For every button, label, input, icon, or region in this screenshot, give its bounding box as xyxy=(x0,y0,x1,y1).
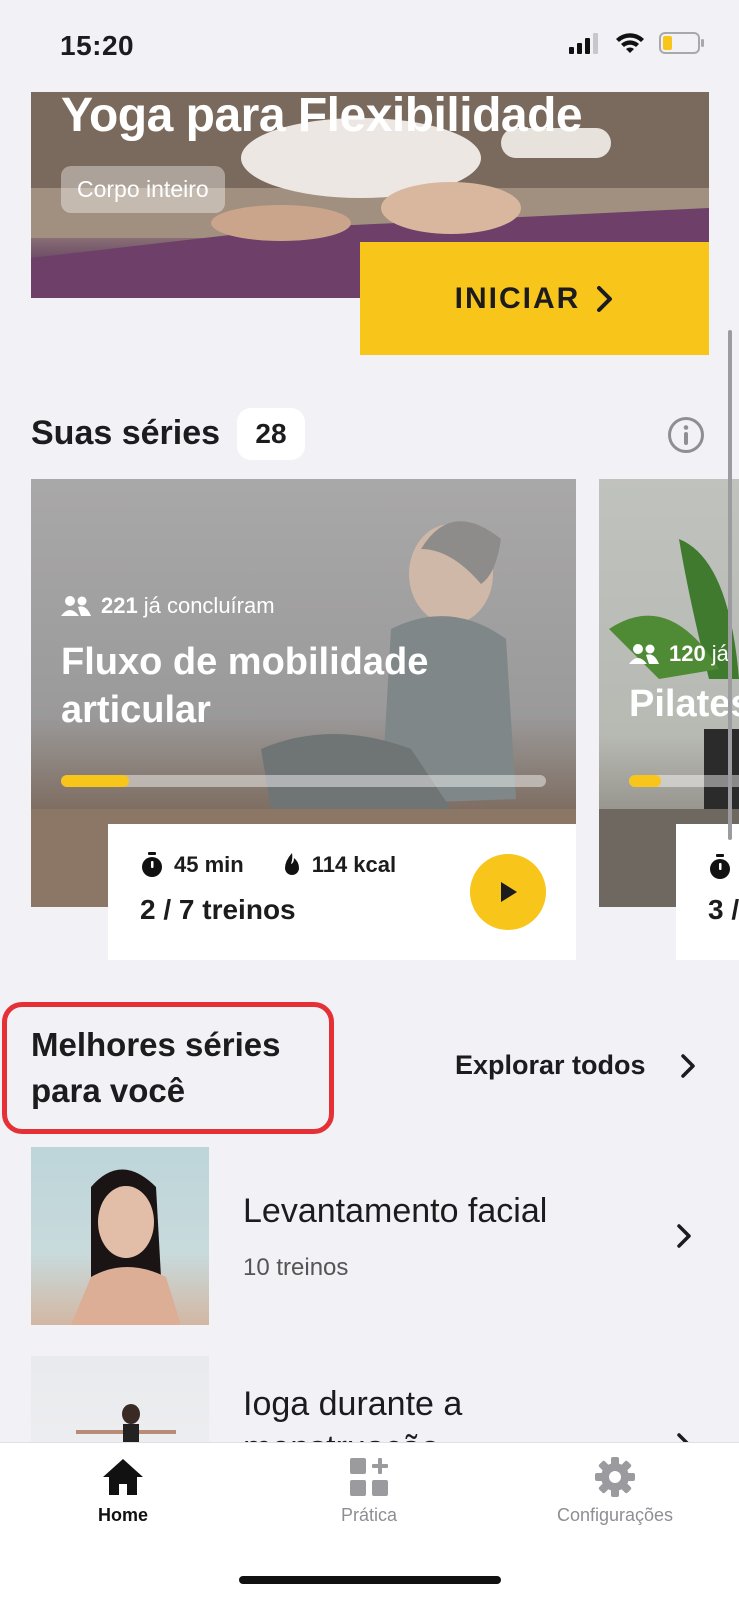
series-section-title: Suas séries xyxy=(31,414,221,452)
wifi-icon xyxy=(616,33,644,53)
completed-text: já concluíram xyxy=(143,593,275,618)
nav-item-settings[interactable]: Configurações xyxy=(515,1457,715,1526)
hero-title: Yoga para Flexibilidade xyxy=(61,89,583,142)
highlight-box xyxy=(2,1002,334,1134)
info-icon[interactable] xyxy=(667,416,705,454)
status-icons xyxy=(569,32,705,54)
completed-info: 120 já xyxy=(629,641,729,667)
series-card-title: Fluxo de mobilidade articular xyxy=(61,641,429,731)
stopwatch-icon xyxy=(710,854,730,879)
nav-item-practice[interactable]: Prática xyxy=(269,1457,469,1526)
nav-item-home[interactable]: Home xyxy=(23,1457,223,1526)
play-icon xyxy=(501,882,517,902)
series-card-title: Pilates xyxy=(629,683,739,725)
series-progress-bar xyxy=(61,775,546,787)
series-card-details: 45 min 114 kcal 2 / 7 treinos xyxy=(108,824,576,960)
completed-count: 120 xyxy=(669,641,706,666)
house-icon xyxy=(103,1459,143,1495)
flame-icon xyxy=(284,853,299,875)
series-thumbnail xyxy=(31,1147,209,1325)
series-card-details: 3 / xyxy=(676,824,739,960)
nav-label-settings: Configurações xyxy=(556,1505,674,1525)
list-item-title: Levantamento facial xyxy=(243,1192,548,1230)
explore-all-link[interactable]: Explorar todos xyxy=(455,1050,696,1081)
app-screen: 15:20 Yoga para Flexibilidade Corpo inte… xyxy=(0,0,739,1600)
people-icon xyxy=(61,596,91,616)
workouts-progress-text: 2 / 7 treinos xyxy=(140,894,296,925)
nav-label-practice: Prática xyxy=(340,1505,398,1525)
start-button[interactable]: INICIAR xyxy=(360,242,709,355)
grid-plus-icon xyxy=(350,1458,388,1496)
people-icon xyxy=(629,644,659,664)
nav-label-home: Home xyxy=(97,1505,148,1525)
workouts-progress-text: 3 / xyxy=(708,894,739,925)
stopwatch-icon xyxy=(142,852,162,877)
calories-text: 114 kcal xyxy=(311,852,397,877)
chevron-right-icon xyxy=(597,285,613,312)
explore-all-label: Explorar todos xyxy=(455,1050,646,1080)
list-item-subtitle: 10 treinos xyxy=(243,1254,349,1281)
series-progress-fill xyxy=(629,775,661,787)
status-time: 15:20 xyxy=(60,30,135,61)
series-thumbnail-photo xyxy=(71,1169,181,1325)
series-progress-bar xyxy=(629,775,739,787)
completed-text: já xyxy=(711,641,729,666)
signal-icon xyxy=(569,33,598,54)
list-item[interactable]: Levantamento facial 10 treinos xyxy=(31,1147,721,1325)
completed-count: 221 xyxy=(101,593,138,618)
hero-tag: Corpo inteiro xyxy=(61,166,225,213)
chevron-right-icon xyxy=(680,1053,695,1078)
play-button[interactable] xyxy=(470,854,546,930)
gear-icon xyxy=(595,1457,635,1497)
home-indicator[interactable] xyxy=(239,1576,501,1584)
series-progress-fill xyxy=(61,775,129,787)
series-count-badge: 28 xyxy=(237,408,305,460)
completed-info: 221 já concluíram xyxy=(61,593,275,619)
status-bar: 15:20 xyxy=(0,0,739,92)
series-meta: 45 min 114 kcal xyxy=(140,852,396,878)
battery-icon xyxy=(659,32,704,54)
start-button-label: INICIAR xyxy=(454,281,581,315)
chevron-right-icon xyxy=(677,1224,691,1248)
duration-text: 45 min xyxy=(174,852,244,877)
scrollbar[interactable] xyxy=(728,330,732,840)
